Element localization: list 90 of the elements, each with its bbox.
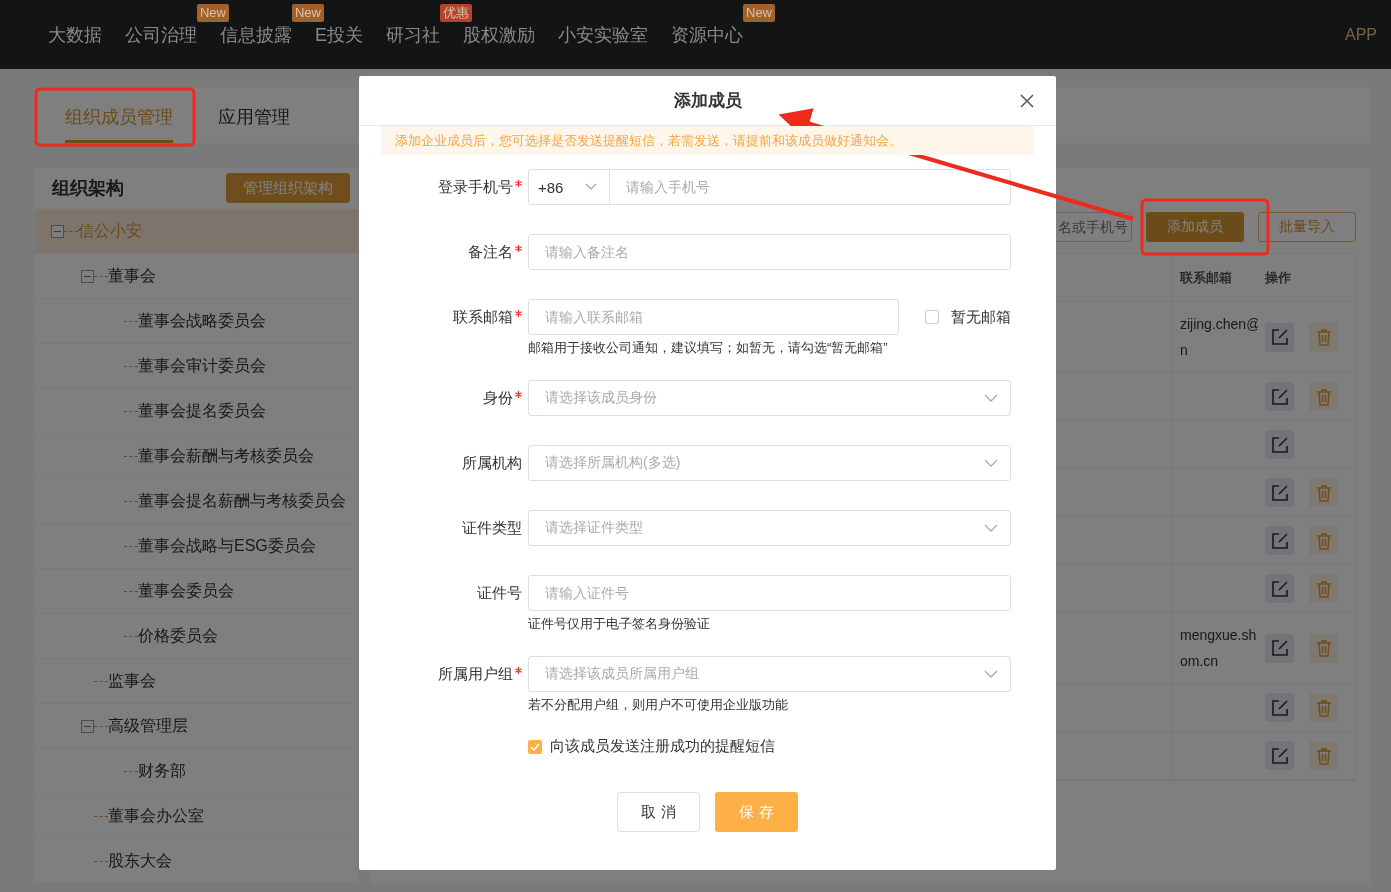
column-header: 操作 [1264,268,1292,287]
trash-icon[interactable] [1309,633,1338,663]
required-icon [515,179,522,187]
phone-field[interactable]: +86 请输入手机号 [528,169,1011,205]
chevron-down-icon [984,459,998,467]
field-label: 所属机构 [461,453,523,473]
field-label: 登录手机号 [359,177,528,197]
checkbox-label: 暂无邮箱 [951,307,1011,327]
field-label: 所属用户组 [359,664,528,684]
trash-icon[interactable] [1309,382,1338,411]
select-field[interactable]: 请选择该成员所属用户组 [528,656,1011,692]
chevron-down-icon [984,524,998,532]
nav-link[interactable]: E投关 [315,24,363,45]
edit-icon[interactable] [1265,322,1294,352]
input-field[interactable]: 请输入证件号 [528,575,1011,611]
tree-item[interactable]: 股东大会 [35,839,358,884]
edit-icon[interactable] [1265,741,1294,770]
edit-icon[interactable] [1265,526,1294,555]
edit-icon[interactable] [1265,633,1294,663]
required-icon [515,309,522,317]
chevron-down-icon [585,183,597,191]
app-link[interactable]: APP [1345,25,1377,44]
nav-link[interactable]: 小安实验室 [558,24,648,45]
edit-icon[interactable] [1265,574,1294,603]
field-label: 备注名 [359,242,528,262]
nav-link[interactable]: 资源中心 [671,24,743,45]
field-label: 身份 [359,388,528,408]
tree-item[interactable]: 董事会委员会 [35,569,358,614]
tab[interactable]: 应用管理 [218,93,290,143]
checkbox[interactable] [925,310,939,324]
collapse-icon[interactable] [81,719,94,733]
trash-icon[interactable] [1309,574,1338,603]
dialog-button[interactable]: 取 消 [617,792,700,832]
tree-item[interactable]: 董事会提名委员会 [35,389,358,434]
select-field[interactable]: 请选择证件类型 [528,510,1011,546]
field-hint: 若不分配用户组，则用户不可使用企业版功能 [528,696,789,714]
nav-link[interactable]: 大数据 [48,24,102,45]
dialog-title: 添加成员 [673,90,742,112]
trash-icon[interactable] [1309,693,1338,722]
tree-item[interactable]: 董事会 [35,254,358,299]
nav-link[interactable]: 股权激励 [463,24,535,45]
close-icon[interactable] [1020,94,1034,108]
tree-item[interactable]: 董事会提名薪酬与考核委员会 [35,479,358,524]
required-icon [515,244,522,252]
notice-text: 添加企业成员后，您可选择是否发送提醒短信，若需发送，请提前和该成员做好通知会。 [381,126,1034,155]
nav-badge: New [197,3,229,22]
edit-icon[interactable] [1265,693,1294,722]
field-label: 证件类型 [461,518,523,538]
tree-item[interactable]: 董事会薪酬与考核委员会 [35,434,358,479]
tree-item[interactable]: 董事会战略委员会 [35,299,358,344]
column-header: 联系邮箱 [1172,254,1258,301]
tree-item[interactable]: 董事会审计委员会 [35,344,358,389]
tree-item[interactable]: 高级管理层 [35,704,358,749]
required-icon [515,666,522,674]
nav-badge: 优惠 [440,3,472,22]
nav-link[interactable]: 信息披露 [220,24,292,45]
checkbox[interactable] [528,739,542,754]
field-label: 联系邮箱 [359,307,528,327]
nav-link[interactable]: 公司治理 [125,24,197,45]
tree-item[interactable]: 董事会战略与ESG委员会 [35,524,358,569]
edit-icon[interactable] [1265,382,1294,411]
table-cell-text: mengxue.sh om.cn [1180,626,1257,671]
country-code-select[interactable]: +86 [529,170,610,204]
required-icon [515,390,522,398]
trash-icon[interactable] [1309,478,1338,507]
input-field[interactable]: 请输入联系邮箱 [528,299,899,335]
collapse-icon[interactable] [51,224,64,238]
trash-icon[interactable] [1309,741,1338,770]
chevron-down-icon [984,670,998,678]
panel-title: 组织架构 [52,177,124,200]
field-label: 证件号 [476,583,523,603]
select-field[interactable]: 请选择该成员身份 [528,380,1011,416]
tree-item[interactable]: 财务部 [35,749,358,794]
edit-icon[interactable] [1265,478,1294,507]
field-hint: 邮箱用于接收公司通知，建议填写；如暂无，请勾选“暂无邮箱” [528,339,889,357]
field-hint: 证件号仅用于电子签名身份验证 [528,615,711,633]
nav-badge: New [292,3,324,22]
tree-item[interactable]: 监事会 [35,659,358,704]
collapse-icon[interactable] [81,269,94,283]
trash-icon[interactable] [1309,322,1338,352]
nav-badge: New [743,3,775,22]
nav-link[interactable]: 研习社 [386,24,440,45]
trash-icon[interactable] [1309,526,1338,555]
tree-item[interactable]: 价格委员会 [35,614,358,659]
edit-icon[interactable] [1265,430,1294,459]
checkbox-label: 向该成员发送注册成功的提醒短信 [550,737,775,756]
tree-item[interactable]: 董事会办公室 [35,794,358,839]
chevron-down-icon [984,394,998,402]
input-field[interactable]: 请输入备注名 [528,234,1011,270]
select-field[interactable]: 请选择所属机构(多选) [528,445,1011,481]
